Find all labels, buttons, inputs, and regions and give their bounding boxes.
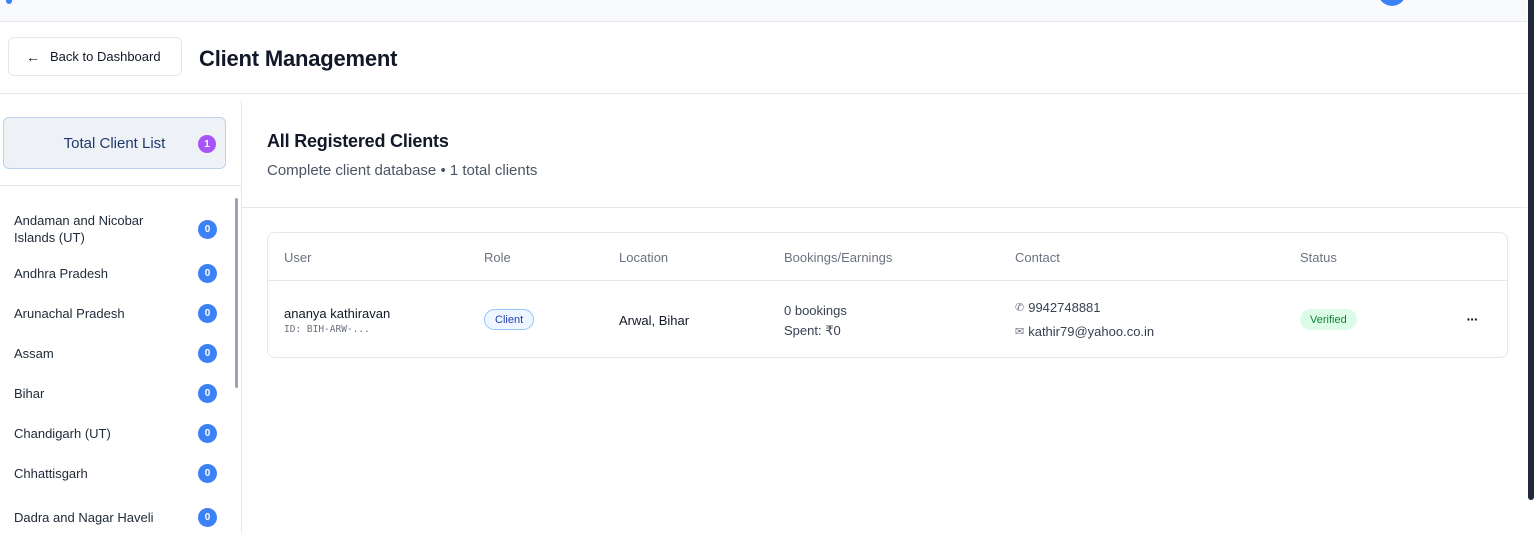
state-name: Chandigarh (UT) — [14, 425, 111, 441]
status-badge: Verified — [1300, 309, 1357, 330]
phone-number: 9942748881 — [1028, 300, 1101, 315]
state-count-badge: 0 — [198, 343, 217, 363]
state-name: Andhra Pradesh — [14, 265, 108, 281]
column-header-status: Status — [1300, 250, 1337, 265]
state-name: Arunachal Pradesh — [14, 305, 125, 321]
state-item[interactable]: Andaman and Nicobar Islands (UT) 0 — [0, 205, 232, 253]
state-count-badge: 0 — [198, 507, 217, 527]
table-header: User Role Location Bookings/Earnings Con… — [268, 233, 1507, 281]
page-header: ← Back to Dashboard Client Management — [0, 22, 1527, 94]
state-count-badge: 0 — [198, 303, 217, 323]
email-address: kathir79@yahoo.co.in — [1028, 324, 1155, 339]
spent-amount: Spent: ₹0 — [784, 323, 841, 338]
main-content: All Registered Clients Complete client d… — [242, 101, 1527, 533]
state-name: Bihar — [14, 385, 45, 401]
state-item[interactable]: Dadra and Nagar Haveli 0 — [0, 493, 232, 541]
client-location: Arwal, Bihar — [619, 313, 690, 328]
contact-phone: ✆ 9942748881 — [1015, 300, 1101, 315]
back-to-dashboard-button[interactable]: ← Back to Dashboard — [8, 37, 182, 76]
clients-table: User Role Location Bookings/Earnings Con… — [267, 232, 1508, 358]
top-app-bar — [0, 0, 1539, 22]
page-title: Client Management — [199, 46, 398, 71]
total-client-list-button[interactable]: Total Client List 1 — [3, 117, 226, 169]
state-name: Andaman and Nicobar Islands (UT) — [14, 213, 144, 245]
column-header-role: Role — [484, 250, 511, 265]
arrow-left-icon: ← — [26, 48, 40, 65]
section-subtitle: Complete client database • 1 total clien… — [267, 162, 538, 179]
client-id: ID: BIH-ARW-... — [284, 324, 370, 335]
column-header-bookings: Bookings/Earnings — [784, 250, 893, 265]
state-item[interactable]: Chhattisgarh 0 — [0, 453, 232, 493]
state-name: Chhattisgarh — [14, 465, 88, 481]
user-avatar[interactable] — [1378, 0, 1406, 6]
mail-icon: ✉ — [1015, 326, 1025, 338]
section-title: All Registered Clients — [267, 131, 449, 151]
state-count-badge: 0 — [198, 263, 217, 283]
state-list: Andaman and Nicobar Islands (UT) 0 Andhr… — [0, 205, 232, 541]
role-badge: Client — [484, 309, 535, 330]
state-item[interactable]: Bihar 0 — [0, 373, 232, 413]
state-name: Dadra and Nagar Haveli — [14, 509, 154, 525]
bookings-count: 0 bookings — [784, 303, 847, 318]
state-item[interactable]: Assam 0 — [0, 333, 232, 373]
back-button-label: Back to Dashboard — [50, 49, 161, 64]
state-count-badge: 0 — [198, 423, 217, 443]
state-count-badge: 0 — [198, 463, 217, 483]
state-count-badge: 0 — [198, 383, 217, 403]
state-item[interactable]: Arunachal Pradesh 0 — [0, 293, 232, 333]
state-sidebar: Total Client List 1 Andaman and Nicobar … — [0, 101, 242, 533]
sidebar-scrollbar[interactable] — [235, 198, 238, 388]
column-header-user: User — [284, 250, 312, 265]
section-divider — [242, 207, 1527, 208]
more-horizontal-icon[interactable]: ··· — [1464, 309, 1480, 329]
page-scrollbar-thumb[interactable] — [1528, 0, 1534, 500]
total-count-badge: 1 — [198, 135, 216, 153]
state-item[interactable]: Andhra Pradesh 0 — [0, 253, 232, 293]
logo-icon — [6, 0, 12, 4]
total-client-list-label: Total Client List — [63, 134, 166, 152]
state-item[interactable]: Chandigarh (UT) 0 — [0, 413, 232, 453]
column-header-contact: Contact — [1015, 250, 1060, 265]
column-header-location: Location — [619, 250, 669, 265]
state-count-badge: 0 — [198, 219, 217, 239]
contact-email: ✉ kathir79@yahoo.co.in — [1015, 324, 1154, 339]
client-name: ananya kathiravan — [284, 306, 391, 321]
state-name: Assam — [14, 345, 54, 361]
page-scrollbar[interactable] — [1527, 0, 1539, 533]
phone-icon: ✆ — [1015, 302, 1025, 314]
sidebar-divider — [0, 185, 241, 186]
